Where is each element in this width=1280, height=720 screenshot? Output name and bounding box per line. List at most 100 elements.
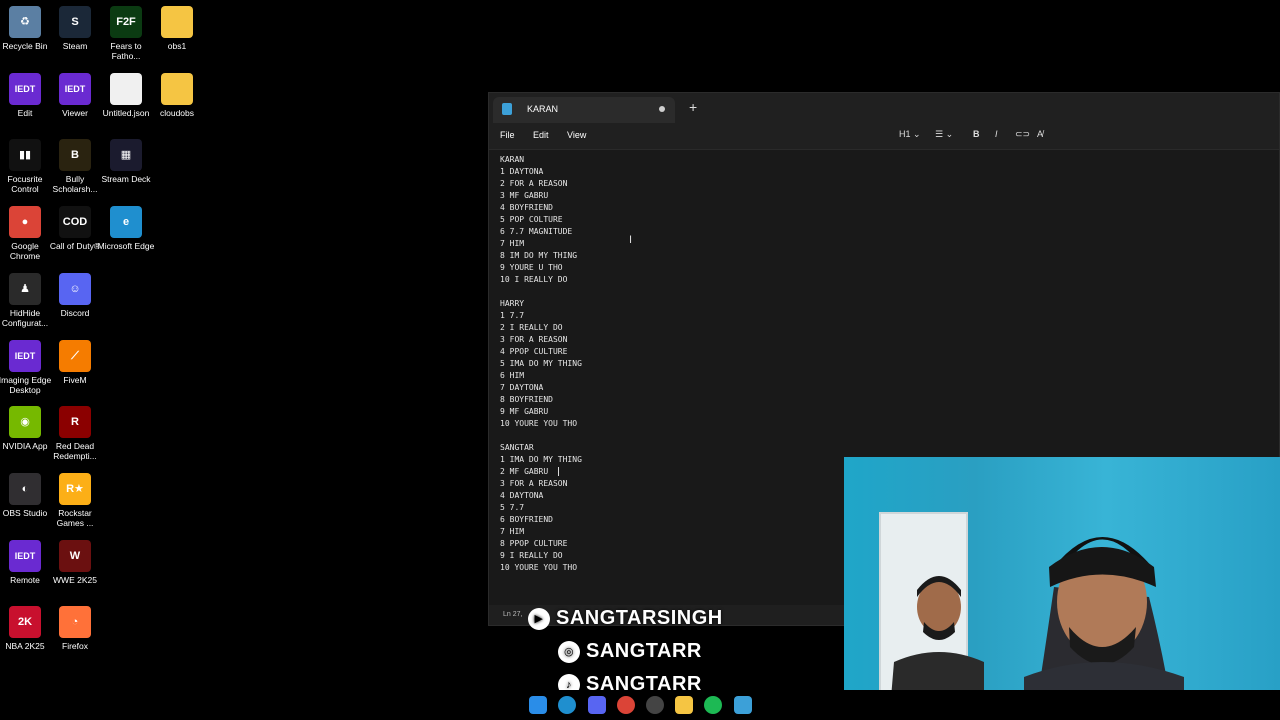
desktop-icon[interactable]: e Microsoft Edge: [97, 206, 155, 251]
desktop-icon[interactable]: R Red Dead Redempti...: [46, 406, 104, 461]
text-line: 8 PPOP CULTURE: [500, 539, 568, 548]
text-line: 4 PPOP CULTURE: [500, 347, 568, 356]
person-right-image: BOLLYLAND: [1024, 537, 1184, 720]
taskbar: [0, 690, 1280, 720]
iedt-icon: IEDT: [59, 72, 91, 105]
desktop-icon-label: Steam: [62, 41, 88, 51]
link-icon[interactable]: ⊂⊃: [1015, 129, 1030, 140]
text-line: 8 IM DO MY THING: [500, 251, 578, 260]
menu-view[interactable]: View: [567, 130, 586, 140]
nvidia-icon: ◉: [9, 406, 41, 439]
file-explorer-icon[interactable]: [675, 696, 693, 714]
text-line: 7 HIM: [500, 527, 525, 536]
desktop-icon-label: Firefox: [62, 641, 88, 652]
bold-button[interactable]: B: [973, 129, 980, 139]
chrome-taskbar-icon[interactable]: [617, 696, 635, 714]
firefox-icon: ◔: [59, 606, 91, 639]
desktop-icon[interactable]: S Steam: [46, 6, 104, 51]
iedt-icon: IEDT: [9, 72, 41, 105]
list-dropdown[interactable]: ☰ ⌄: [935, 129, 953, 140]
italic-button[interactable]: I: [995, 129, 998, 139]
windows-start-icon[interactable]: [529, 696, 547, 714]
heading-label: H1: [899, 129, 911, 139]
edge-taskbar-icon[interactable]: [558, 696, 576, 714]
recycle-bin-icon: ♻: [9, 6, 41, 38]
text-line: 4 DAYTONA: [500, 491, 544, 500]
desktop-icon-label: Microsoft Edge: [97, 241, 155, 252]
notepad-taskbar-icon[interactable]: [734, 696, 752, 714]
tab-karan[interactable]: KARAN: [493, 97, 675, 123]
text-line: 3 FOR A REASON: [500, 335, 568, 344]
new-tab-button[interactable]: +: [689, 99, 697, 115]
text-line: 6 BOYFRIEND: [500, 515, 553, 524]
unsaved-dot-icon[interactable]: [659, 106, 665, 112]
iedt-icon: IEDT: [9, 339, 41, 372]
text-line: 10 YOURE YOU THO: [500, 419, 578, 428]
instagram-text: SANGTARR: [586, 640, 702, 662]
fears-to-fathom-icon: F2F: [110, 6, 142, 38]
folder-icon: [161, 72, 193, 105]
fivem-icon: ⟋: [59, 339, 91, 372]
desktop-icon[interactable]: IEDT Viewer: [46, 72, 104, 118]
tab-bar: KARAN +: [489, 93, 1279, 123]
text-line: 6 7.7 MAGNITUDE: [500, 227, 573, 236]
desktop-icon[interactable]: ⟋ FiveM: [46, 339, 104, 385]
instagram-handle: ◎ SANGTARR: [558, 640, 702, 663]
desktop-icon[interactable]: cloudobs: [148, 72, 206, 118]
desktop-icon[interactable]: B Bully Scholarsh...: [46, 139, 104, 194]
nba-icon: 2K: [9, 606, 41, 639]
text-line: 9 I REALLY DO: [500, 551, 563, 560]
notepad-icon: [502, 103, 512, 115]
desktop-icon[interactable]: W WWE 2K25: [46, 539, 104, 585]
desktop-icon-label: Red Dead Redempti...: [53, 441, 97, 462]
text-line: 4 BOYFRIEND: [500, 203, 553, 212]
youtube-handle: ▶ SANGTARSINGH: [528, 607, 723, 630]
text-line: 5 7.7: [500, 503, 525, 512]
spotify-icon[interactable]: [704, 696, 722, 714]
heading-dropdown[interactable]: H1 ⌄: [899, 129, 921, 140]
text-line: SANGTAR: [500, 443, 534, 452]
text-line: 2 I REALLY DO: [500, 323, 563, 332]
desktop-icon[interactable]: obs1: [148, 6, 206, 51]
desktop-icon[interactable]: ◔ Firefox: [46, 606, 104, 651]
text-line: 10 I REALLY DO: [500, 275, 568, 284]
bully-icon: B: [59, 139, 91, 172]
hidhide-icon: ♟: [9, 272, 41, 305]
focusrite-icon: ▮▮: [9, 139, 41, 172]
desktop-icon-label: Call of Duty®: [49, 241, 101, 252]
desktop-icon-label: cloudobs: [159, 107, 195, 118]
text-line: 1 IMA DO MY THING: [500, 455, 582, 464]
obs-taskbar-icon[interactable]: [646, 696, 664, 714]
text-line: 3 FOR A REASON: [500, 479, 568, 488]
desktop-icon[interactable]: ▦ Stream Deck: [97, 139, 155, 184]
text-line: 1 7.7: [500, 311, 525, 320]
discord-icon: ☺: [59, 272, 91, 305]
youtube-icon: ▶: [528, 607, 550, 630]
desktop-icon[interactable]: ☺ Discord: [46, 272, 104, 318]
text-line: 6 HIM: [500, 371, 525, 380]
text-line: 1 DAYTONA: [500, 167, 544, 176]
desktop-icon-label: Stream Deck: [101, 174, 151, 185]
text-line: 2 FOR A REASON: [500, 179, 568, 188]
menu-file[interactable]: File: [500, 130, 515, 140]
discord-taskbar-icon[interactable]: [588, 696, 606, 714]
menu-edit[interactable]: Edit: [533, 130, 549, 140]
desktop-icon-label: Untitled.json: [102, 107, 150, 118]
text-line: 8 BOYFRIEND: [500, 395, 553, 404]
desktop-icon[interactable]: COD Call of Duty®: [46, 206, 104, 251]
desktop-icon[interactable]: R★ Rockstar Games ...: [46, 472, 104, 528]
desktop-icon[interactable]: Untitled.json: [97, 72, 155, 118]
red-dead-icon: R: [59, 406, 91, 439]
text-line: 9 MF GABRU: [500, 407, 549, 416]
cursor-position: Ln 27,: [503, 611, 523, 618]
desktop-icon[interactable]: F2F Fears to Fatho...: [97, 6, 155, 61]
obs-icon: ◐: [9, 472, 41, 505]
stream-deck-icon: ▦: [110, 139, 142, 172]
tab-title: KARAN: [527, 104, 559, 114]
text-line: 9 YOURE U THO: [500, 263, 563, 272]
chrome-icon: ●: [9, 206, 41, 239]
text-line: 2 MF GABRU: [500, 467, 549, 476]
clear-formatting-icon[interactable]: A̸: [1037, 129, 1043, 139]
chevron-down-icon: ⌄: [945, 129, 954, 139]
call-of-duty-icon: COD: [59, 206, 91, 239]
